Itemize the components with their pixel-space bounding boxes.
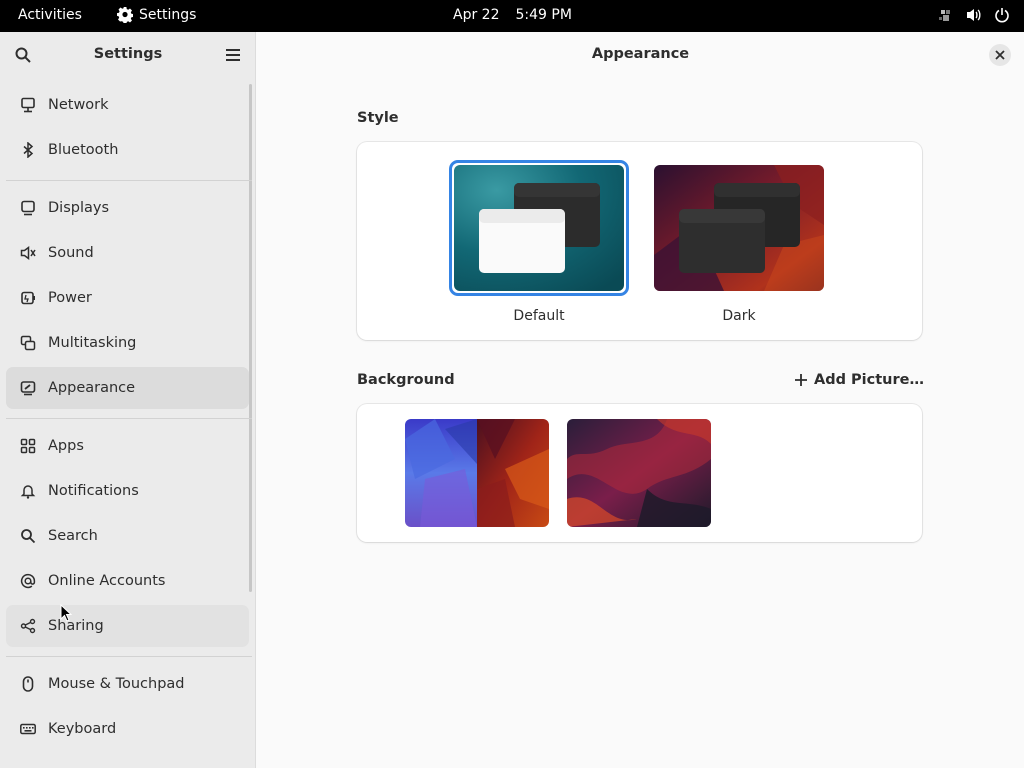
style-section-label: Style: [357, 110, 399, 126]
multitasking-icon: [19, 334, 37, 352]
app-menu[interactable]: Settings: [117, 7, 196, 23]
sidebar-item-appearance[interactable]: Appearance: [6, 367, 249, 409]
close-icon: [995, 50, 1005, 60]
sidebar-item-label: Online Accounts: [48, 573, 166, 589]
sidebar-item-power[interactable]: Power: [6, 277, 249, 319]
sidebar-item-label: Search: [48, 528, 98, 544]
style-option-default-label: Default: [513, 308, 565, 324]
apps-grid-icon: [19, 437, 37, 455]
sidebar-item-label: Keyboard: [48, 721, 117, 737]
appearance-icon: [19, 379, 37, 397]
sidebar-item-mouse-touchpad[interactable]: Mouse & Touchpad: [6, 663, 249, 705]
sidebar-item-label: Mouse & Touchpad: [48, 676, 185, 692]
background-section-label: Background: [357, 372, 455, 388]
background-card: [357, 404, 922, 542]
sidebar-item-notifications[interactable]: Notifications: [6, 470, 249, 512]
bluetooth-icon: [19, 141, 37, 159]
main-panel: Appearance Style Default Dark Background…: [257, 32, 1024, 768]
sidebar-item-label: Displays: [48, 200, 110, 216]
sidebar-title: Settings: [93, 46, 163, 62]
sidebar-item-search[interactable]: Search: [6, 515, 249, 557]
mouse-icon: [19, 675, 37, 693]
sidebar: Settings Network Bluetooth Displays Soun…: [0, 32, 256, 768]
add-picture-label: Add Picture…: [814, 372, 924, 388]
sidebar-separator: [6, 656, 252, 657]
system-tray[interactable]: [938, 7, 1010, 23]
date-label: Apr 22: [453, 7, 500, 23]
page-title: Appearance: [591, 46, 690, 62]
sidebar-item-label: Apps: [48, 438, 84, 454]
sidebar-item-label: Multitasking: [48, 335, 137, 351]
plus-icon: [795, 374, 807, 386]
mouse-cursor: [60, 604, 72, 622]
network-icon: [19, 96, 37, 114]
default-style-preview: [454, 165, 624, 291]
gear-icon: [117, 7, 133, 23]
at-icon: [19, 572, 37, 590]
sidebar-item-label: Sound: [48, 245, 94, 261]
sidebar-item-label: Power: [48, 290, 92, 306]
sidebar-item-bluetooth[interactable]: Bluetooth: [6, 129, 249, 171]
style-option-dark[interactable]: [654, 165, 824, 291]
sidebar-separator: [6, 180, 252, 181]
top-bar: Activities Settings Apr 22 5:49 PM: [0, 0, 1024, 32]
style-card: Default Dark: [357, 142, 922, 340]
hamburger-menu-icon[interactable]: [224, 46, 242, 64]
sidebar-scrollbar[interactable]: [249, 84, 252, 592]
style-option-default[interactable]: [454, 165, 624, 291]
sidebar-item-online-accounts[interactable]: Online Accounts: [6, 560, 249, 602]
accessibility-icon[interactable]: [938, 7, 954, 23]
background-thumbnail-1[interactable]: [405, 419, 549, 527]
power-plug-icon: [19, 289, 37, 307]
sidebar-item-label: Network: [48, 97, 109, 113]
dark-red-wave-wallpaper: [567, 419, 711, 527]
sidebar-item-displays[interactable]: Displays: [6, 187, 249, 229]
sidebar-item-network[interactable]: Network: [6, 84, 249, 126]
sidebar-item-label: Notifications: [48, 483, 139, 499]
blue-red-polygon-wallpaper: [405, 419, 549, 527]
style-option-dark-label: Dark: [722, 308, 756, 324]
sidebar-item-sharing[interactable]: Sharing: [6, 605, 249, 647]
display-icon: [19, 199, 37, 217]
sidebar-header: Settings: [0, 32, 255, 78]
sidebar-item-apps[interactable]: Apps: [6, 425, 249, 467]
background-thumbnail-2[interactable]: [567, 419, 711, 527]
sidebar-item-multitasking[interactable]: Multitasking: [6, 322, 249, 364]
volume-icon[interactable]: [966, 7, 982, 23]
sidebar-item-keyboard[interactable]: Keyboard: [6, 708, 249, 750]
sound-icon: [19, 244, 37, 262]
keyboard-icon: [19, 720, 37, 738]
close-button[interactable]: [989, 44, 1011, 66]
sidebar-separator: [6, 418, 252, 419]
share-icon: [19, 617, 37, 635]
sidebar-item-label: Sharing: [48, 618, 104, 634]
bell-icon: [19, 482, 37, 500]
power-icon[interactable]: [994, 7, 1010, 23]
time-label: 5:49 PM: [515, 7, 572, 23]
add-picture-button[interactable]: Add Picture…: [794, 372, 924, 388]
sidebar-item-label: Bluetooth: [48, 142, 119, 158]
search-icon: [19, 527, 37, 545]
clock[interactable]: Apr 22 5:49 PM: [453, 7, 572, 23]
sidebar-item-sound[interactable]: Sound: [6, 232, 249, 274]
app-name: Settings: [139, 7, 197, 23]
activities-button[interactable]: Activities: [18, 7, 82, 23]
sidebar-item-label: Appearance: [48, 380, 136, 396]
dark-style-preview: [654, 165, 824, 291]
